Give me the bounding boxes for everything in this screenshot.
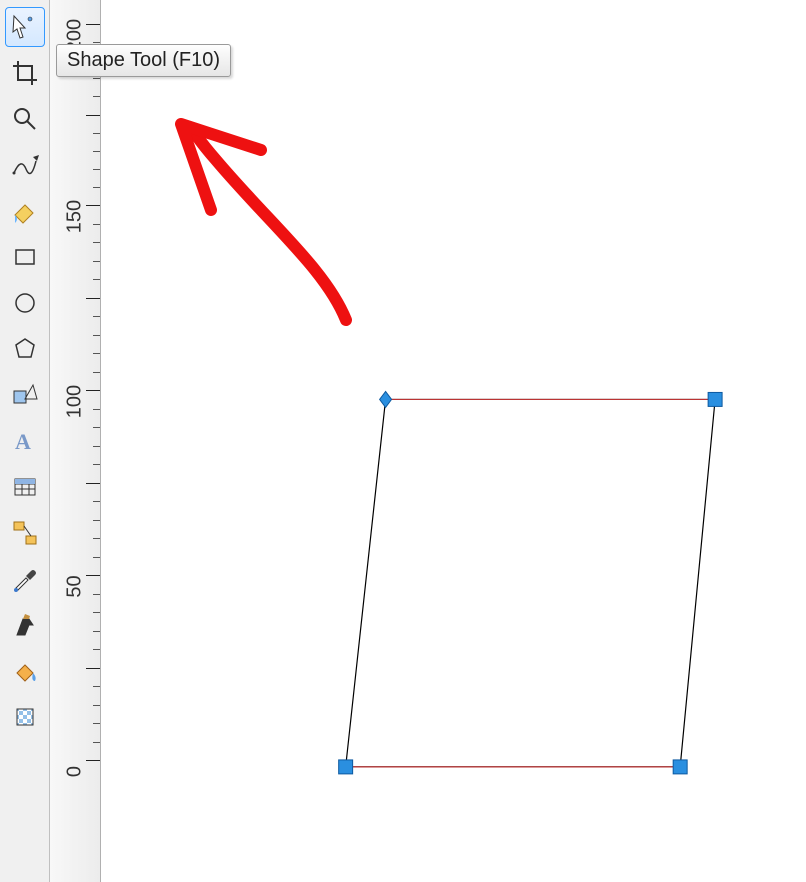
smart-fill-tool-icon — [11, 197, 39, 225]
text-tool-button[interactable]: A — [6, 422, 44, 460]
selected-shape[interactable] — [339, 391, 722, 773]
app-root: A — [0, 0, 806, 882]
eyedropper-tool-button[interactable] — [6, 560, 44, 598]
eyedropper-tool-icon — [11, 565, 39, 593]
transparency-tool-button[interactable] — [6, 698, 44, 736]
ruler-label: 50 — [64, 575, 87, 597]
connector-tool-icon — [11, 519, 39, 547]
crop-tool-button[interactable] — [6, 54, 44, 92]
shape-tool-icon — [11, 13, 39, 41]
canvas-svg — [101, 0, 806, 881]
shape-node[interactable] — [673, 760, 687, 774]
text-tool-icon: A — [11, 427, 39, 455]
ruler-label: 150 — [64, 200, 87, 233]
rectangle-tool-icon — [11, 243, 39, 271]
ruler-label: 100 — [64, 385, 87, 418]
svg-text:A: A — [15, 429, 31, 454]
basic-shapes-tool-icon — [11, 381, 39, 409]
outline-tool-button[interactable] — [6, 606, 44, 644]
rectangle-tool-button[interactable] — [6, 238, 44, 276]
outline-tool-icon — [11, 611, 39, 639]
transparency-tool-icon — [11, 703, 39, 731]
canvas[interactable] — [101, 0, 806, 882]
ruler-label: 0 — [64, 766, 87, 777]
ellipse-tool-button[interactable] — [6, 284, 44, 322]
fill-tool-button[interactable] — [6, 652, 44, 690]
zoom-tool-button[interactable] — [6, 100, 44, 138]
basic-shapes-tool-button[interactable] — [6, 376, 44, 414]
crop-tool-icon — [11, 59, 39, 87]
shape-node[interactable] — [380, 391, 392, 407]
fill-tool-icon — [11, 657, 39, 685]
table-tool-icon — [11, 473, 39, 501]
toolbox: A — [0, 0, 50, 882]
shape-node[interactable] — [708, 392, 722, 406]
polygon-tool-button[interactable] — [6, 330, 44, 368]
shape-node[interactable] — [339, 760, 353, 774]
ellipse-tool-icon — [11, 289, 39, 317]
smart-fill-tool-button[interactable] — [6, 192, 44, 230]
vertical-ruler[interactable]: 200150100500 — [50, 0, 101, 882]
shape-tool-button[interactable] — [6, 8, 44, 46]
zoom-tool-icon — [11, 105, 39, 133]
connector-tool-button[interactable] — [6, 514, 44, 552]
freehand-tool-icon — [11, 151, 39, 179]
freehand-tool-button[interactable] — [6, 146, 44, 184]
tooltip: Shape Tool (F10) — [56, 44, 231, 77]
table-tool-button[interactable] — [6, 468, 44, 506]
polygon-tool-icon — [11, 335, 39, 363]
